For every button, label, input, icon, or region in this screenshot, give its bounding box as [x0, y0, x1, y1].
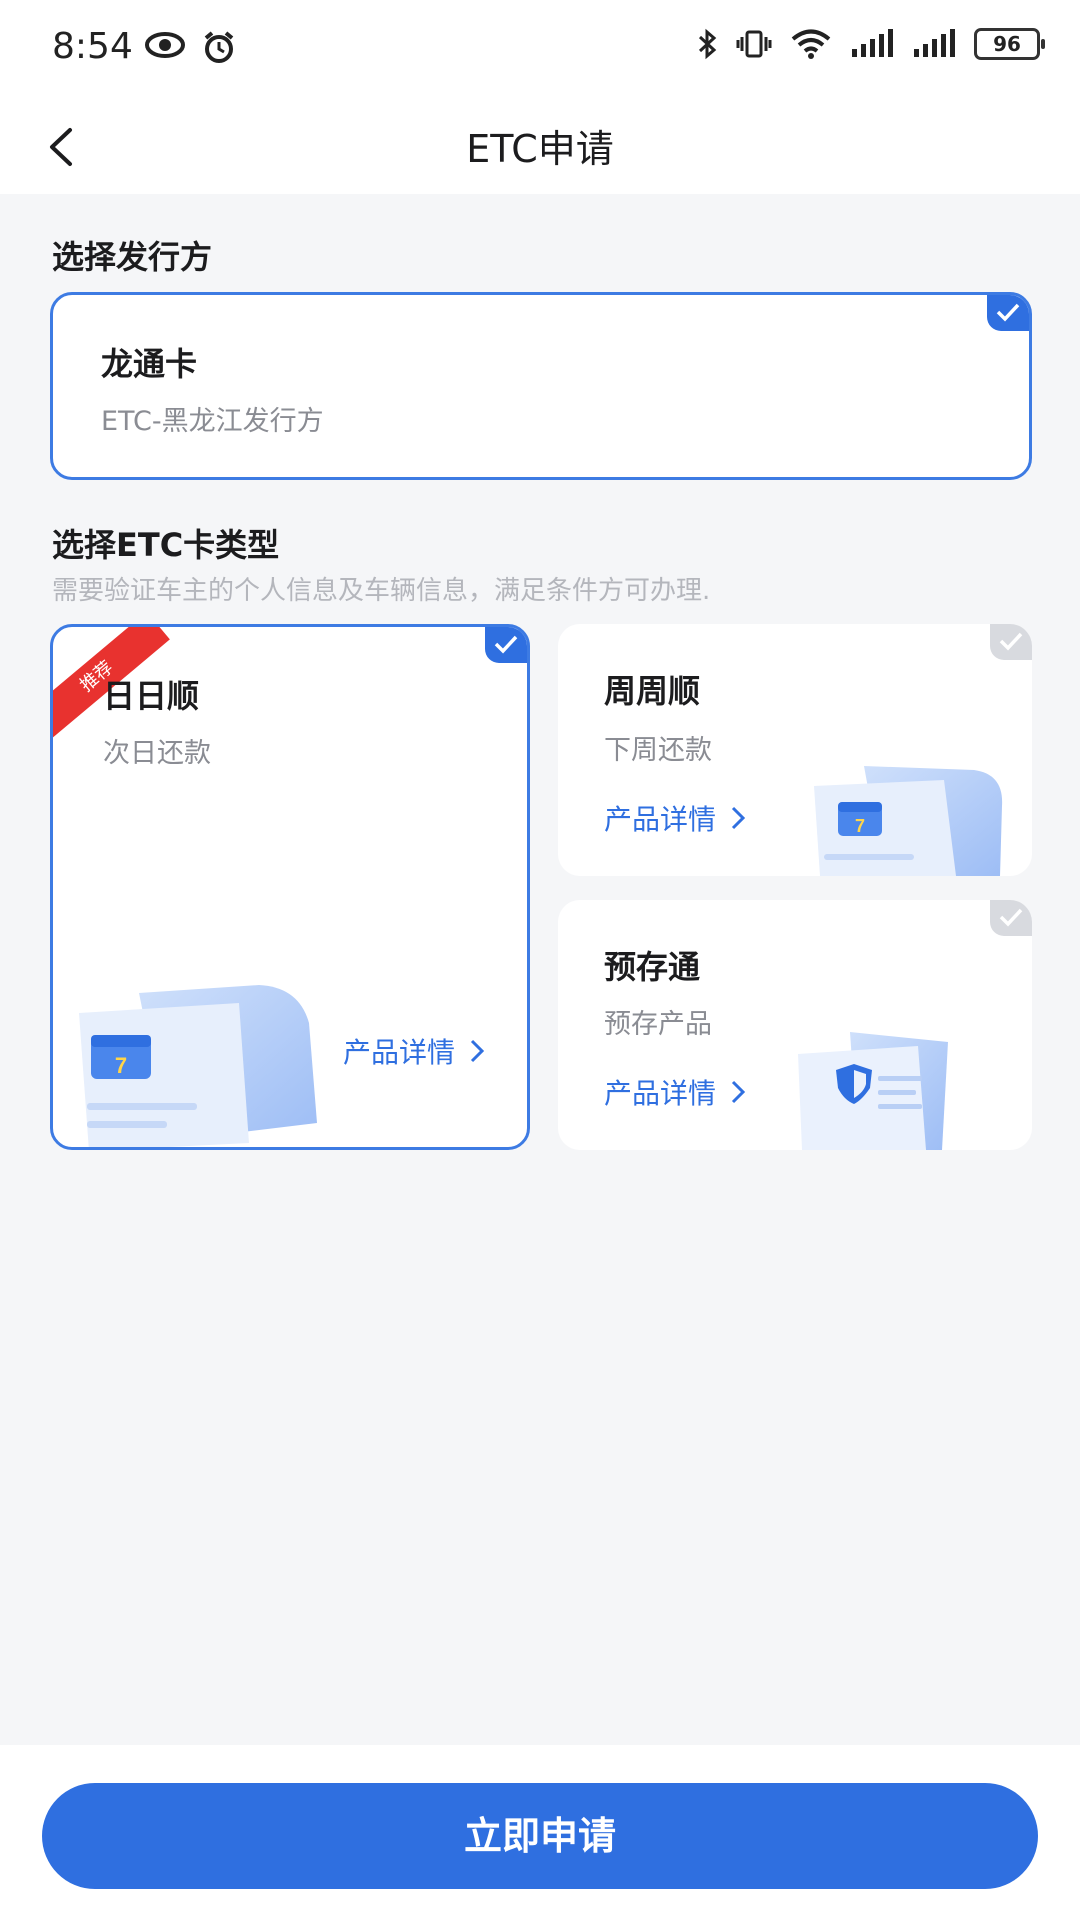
type-section-hint: 需要验证车主的个人信息及车辆信息，满足条件方可办理. — [52, 576, 711, 606]
nav-bar: ETC申请 — [0, 100, 1080, 194]
issuer-desc: ETC-黑龙江发行方 — [101, 406, 324, 437]
signal-icon-2 — [914, 29, 955, 57]
apply-button[interactable]: 立即申请 — [42, 1783, 1038, 1889]
product-desc: 预存产品 — [604, 1009, 712, 1040]
bluetooth-icon — [698, 28, 717, 60]
issuer-card-longtong[interactable]: 龙通卡 ETC-黑龙江发行方 — [50, 292, 1032, 480]
issuer-name: 龙通卡 — [101, 345, 198, 383]
status-bar: 8:54 96 — [0, 0, 1080, 100]
product-detail-link[interactable]: 产品详情 — [604, 798, 746, 838]
battery-icon: 96 — [974, 28, 1045, 60]
wifi-icon — [791, 29, 831, 59]
check-icon — [987, 295, 1029, 331]
check-icon — [990, 900, 1032, 936]
product-card-weekly[interactable]: 周周顺 下周还款 产品详情 7 — [558, 624, 1032, 876]
type-section-title: 选择ETC卡类型 — [52, 526, 280, 564]
signal-icon — [852, 29, 893, 57]
issuer-section-title: 选择发行方 — [52, 238, 213, 276]
chevron-right-icon — [731, 806, 746, 830]
calendar-document-illustration: 7 — [814, 766, 1003, 876]
product-detail-link[interactable]: 产品详情 — [343, 1031, 485, 1071]
status-time: 8:54 — [52, 26, 133, 67]
svg-text:7: 7 — [115, 1053, 127, 1078]
chevron-right-icon — [470, 1039, 485, 1063]
shield-document-illustration — [798, 1032, 948, 1150]
product-detail-link[interactable]: 产品详情 — [604, 1072, 746, 1112]
page-title: ETC申请 — [466, 127, 614, 171]
check-icon — [990, 624, 1032, 660]
product-desc: 下周还款 — [604, 735, 712, 766]
chevron-right-icon — [731, 1080, 746, 1104]
product-name: 周周顺 — [604, 672, 701, 710]
check-icon — [485, 627, 527, 663]
alarm-icon — [204, 31, 234, 63]
svg-text:7: 7 — [855, 816, 865, 836]
bottom-bar: 立即申请 — [0, 1745, 1080, 1920]
product-name: 预存通 — [604, 948, 701, 986]
product-card-daily[interactable]: 推荐 日日顺 次日还款 7 产品详情 — [50, 624, 530, 1150]
vibrate-icon — [736, 30, 772, 58]
eye-icon — [145, 32, 185, 58]
product-name: 日日顺 — [103, 677, 200, 715]
product-card-prepaid[interactable]: 预存通 预存产品 产品详情 — [558, 900, 1032, 1150]
calendar-document-illustration: 7 — [79, 985, 317, 1147]
product-desc: 次日还款 — [103, 738, 211, 769]
